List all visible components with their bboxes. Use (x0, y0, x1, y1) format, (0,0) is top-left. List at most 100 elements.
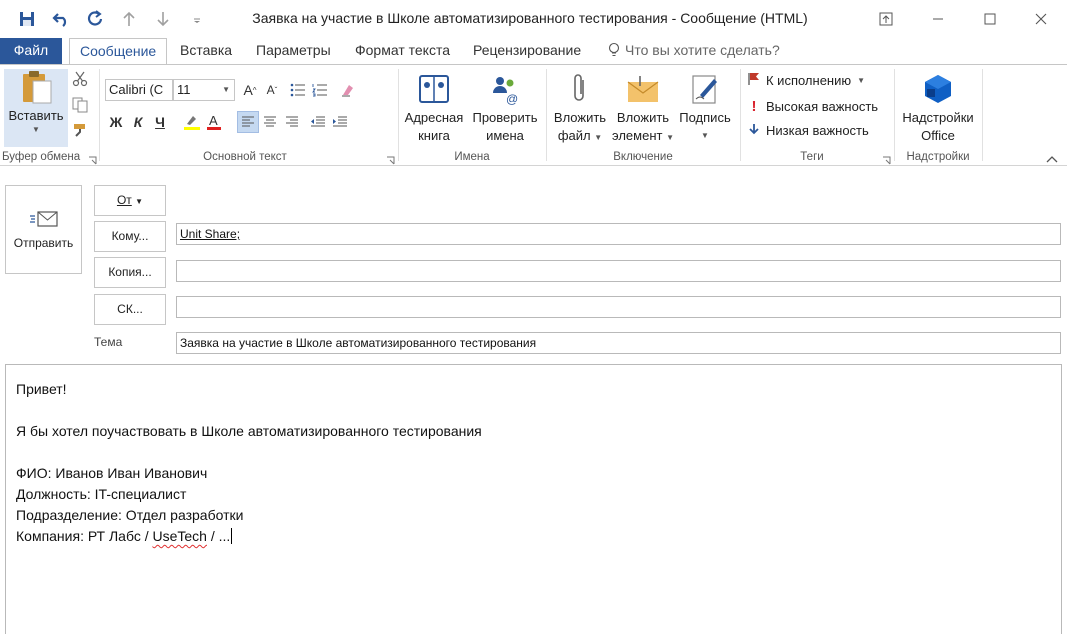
ribbon: Вставить ▼ Буфер обмена Calibri (С 11 ▼ … (0, 64, 1067, 166)
bold-button[interactable]: Ж (105, 111, 127, 133)
up-arrow-icon[interactable] (112, 8, 146, 30)
customize-qat-icon[interactable] (180, 8, 214, 30)
font-size-select[interactable]: 11 ▼ (173, 79, 235, 101)
svg-text:A: A (209, 113, 218, 128)
body-greeting: Привет! (16, 381, 67, 397)
recipient-unit-share[interactable]: Unit Share; (180, 227, 240, 241)
to-button[interactable]: Кому... (94, 221, 166, 252)
shrink-font-icon[interactable]: Aˇ (261, 79, 283, 101)
tab-file[interactable]: Файл (0, 38, 62, 65)
group-label-tags: Теги (800, 151, 824, 163)
italic-button[interactable]: К (127, 111, 149, 133)
down-arrow-icon (748, 123, 760, 138)
save-icon[interactable] (10, 8, 44, 30)
bullets-icon[interactable] (287, 79, 309, 101)
font-controls-row: Calibri (С 11 ▼ A ^ Aˇ (105, 79, 359, 101)
close-icon[interactable] (1015, 0, 1067, 38)
envelope-clip-icon (623, 71, 663, 107)
undo-icon[interactable] (44, 8, 78, 30)
office-addins-label-1: Надстройки (902, 110, 974, 125)
down-arrow-icon[interactable] (146, 8, 180, 30)
bcc-button[interactable]: СК... (94, 294, 166, 325)
paste-button[interactable]: Вставить ▼ (4, 69, 68, 147)
increase-indent-icon[interactable] (329, 111, 351, 133)
body-company-suffix: / ... (206, 528, 231, 544)
numbering-icon[interactable] (309, 79, 331, 101)
high-importance-label: Высокая важность (766, 99, 879, 114)
format-painter-icon[interactable] (72, 123, 90, 141)
group-separator (740, 69, 741, 161)
quick-access-toolbar (10, 8, 214, 30)
dialog-launcher-icon[interactable] (386, 153, 395, 165)
font-name-select[interactable]: Calibri (С (105, 79, 173, 101)
dialog-launcher-icon[interactable] (882, 153, 891, 165)
cc-field[interactable] (176, 260, 1061, 282)
tab-review[interactable]: Рецензирование (463, 38, 591, 65)
align-left-icon[interactable] (237, 111, 259, 133)
attach-item-button[interactable]: Вложить элемент ▼ (612, 71, 674, 147)
font-color-icon[interactable]: A (203, 111, 225, 133)
ribbon-display-icon[interactable] (860, 0, 912, 38)
minimize-icon[interactable] (912, 0, 964, 38)
follow-up-button[interactable]: К исполнению ▼ (748, 72, 865, 89)
collapse-ribbon-icon[interactable] (1046, 151, 1058, 163)
group-label-addins: Надстройки (906, 151, 970, 163)
send-button[interactable]: Отправить (5, 185, 82, 274)
tab-format-text[interactable]: Формат текста (345, 38, 460, 65)
chevron-down-icon: ▼ (666, 133, 675, 142)
signature-icon (685, 71, 725, 107)
to-field[interactable]: Unit Share; (176, 223, 1061, 245)
clipboard-icon (16, 69, 56, 105)
title-bar: Заявка на участие в Школе автоматизирова… (0, 0, 1067, 38)
send-label: Отправить (13, 236, 74, 250)
highlight-icon[interactable] (181, 111, 203, 133)
tab-options[interactable]: Параметры (246, 38, 341, 65)
address-book-button[interactable]: Адресная книга (402, 71, 466, 145)
body-department: Подразделение: Отдел разработки (16, 507, 244, 523)
low-importance-button[interactable]: Низкая важность (748, 123, 869, 138)
maximize-icon[interactable] (964, 0, 1016, 38)
grow-font-icon[interactable]: A ^ (239, 79, 261, 101)
cc-button[interactable]: Копия... (94, 257, 166, 288)
low-importance-label: Низкая важность (766, 123, 869, 138)
underline-button[interactable]: Ч (149, 111, 171, 133)
group-separator (99, 69, 100, 161)
attach-item-label-2: элемент (612, 128, 663, 143)
copy-icon[interactable] (72, 97, 90, 115)
check-names-button[interactable]: @ Проверить имена (468, 71, 542, 145)
signature-label: Подпись (679, 110, 731, 125)
high-importance-button[interactable]: ! Высокая важность (748, 98, 879, 115)
address-book-label-1: Адресная (404, 110, 464, 125)
subject-field[interactable]: Заявка на участие в Школе автоматизирова… (176, 332, 1061, 354)
body-full-name: ФИО: Иванов Иван Иванович (16, 465, 208, 481)
signature-button[interactable]: Подпись ▼ (676, 71, 734, 145)
bcc-field[interactable] (176, 296, 1061, 318)
body-blank-line (16, 442, 1061, 463)
cut-icon[interactable] (72, 71, 90, 89)
from-button[interactable]: От ▼ (94, 185, 166, 216)
message-body[interactable]: Привет! Я бы хотел поучаствовать в Школе… (5, 364, 1062, 634)
group-separator (894, 69, 895, 161)
clear-formatting-icon[interactable] (337, 79, 359, 101)
tab-message[interactable]: Сообщение (69, 38, 168, 65)
paste-label: Вставить (8, 108, 64, 123)
follow-up-label: К исполнению (766, 73, 852, 88)
from-label: От (116, 193, 132, 207)
address-book-label-2: книга (418, 128, 450, 143)
tab-insert[interactable]: Вставка (170, 38, 242, 65)
align-center-icon[interactable] (259, 111, 281, 133)
font-name-value: Calibri (С (109, 82, 164, 97)
decrease-indent-icon[interactable] (307, 111, 329, 133)
office-addins-button[interactable]: Надстройки Office (898, 71, 978, 145)
chevron-down-icon: ▼ (32, 125, 40, 134)
attach-file-button[interactable]: Вложить файл ▼ (550, 71, 610, 147)
dialog-launcher-icon[interactable] (88, 153, 97, 165)
paperclip-icon (560, 71, 600, 107)
align-right-icon[interactable] (281, 111, 303, 133)
group-label-include: Включение (613, 151, 673, 163)
redo-icon[interactable] (78, 8, 112, 30)
svg-text:@: @ (506, 92, 518, 105)
tell-me-box[interactable]: Что вы хотите сделать? (608, 38, 780, 65)
group-label-clipboard: Буфер обмена (2, 151, 81, 163)
ribbon-tabs: Файл Сообщение Вставка Параметры Формат … (0, 38, 1067, 65)
